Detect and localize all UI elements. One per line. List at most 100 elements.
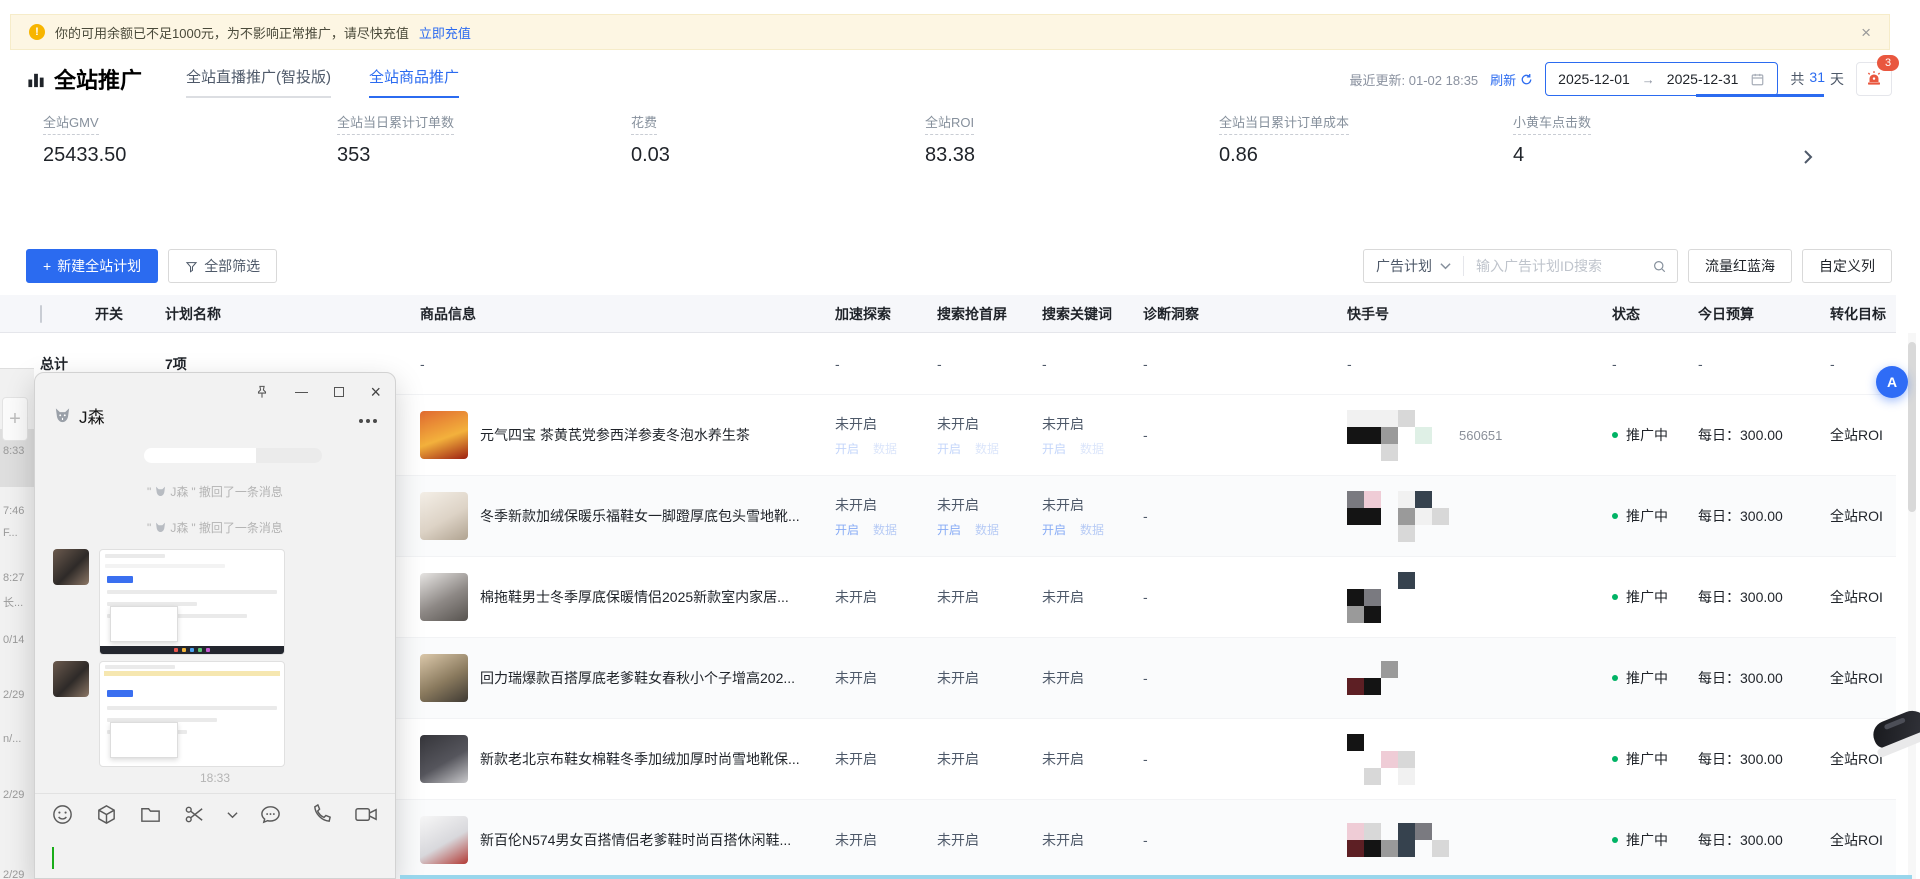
chat-history-bubble-icon[interactable] bbox=[259, 803, 282, 826]
filter-all-button[interactable]: 全部筛选 bbox=[168, 249, 277, 283]
product-thumbnail bbox=[420, 573, 468, 621]
tab-live-promotion[interactable]: 全站直播推广(智投版) bbox=[186, 66, 331, 98]
table-toolbar: + 新建全站计划 全部筛选 广告计划 bbox=[26, 248, 1892, 284]
refresh-button[interactable]: 刷新 bbox=[1490, 70, 1533, 89]
select-all-checkbox[interactable] bbox=[40, 305, 42, 323]
minimize-icon[interactable] bbox=[295, 392, 308, 393]
sender-avatar[interactable] bbox=[53, 661, 89, 697]
message-input-caret[interactable] bbox=[52, 847, 54, 869]
create-campaign-button[interactable]: + 新建全站计划 bbox=[26, 249, 158, 283]
alarm-notification-button[interactable]: 3 bbox=[1856, 62, 1892, 96]
vertical-scrollbar-thumb[interactable] bbox=[1908, 342, 1916, 512]
col-accelerate: 加速探索 bbox=[835, 304, 937, 324]
screenshot-attachment[interactable] bbox=[99, 661, 285, 767]
close-icon[interactable]: × bbox=[370, 383, 381, 401]
screenshot-attachment[interactable] bbox=[99, 549, 285, 655]
refresh-icon bbox=[1520, 73, 1533, 86]
stats-row: 全站GMV 25433.50 全站当日累计订单数 353 花费 0.03 全站R… bbox=[0, 112, 1790, 186]
file-transfer-cube-icon[interactable] bbox=[95, 803, 118, 826]
data-link[interactable]: 数据 bbox=[975, 521, 999, 538]
chat-list-item[interactable]: 0/14 bbox=[3, 634, 24, 646]
target-cell: 全站ROI bbox=[1830, 668, 1896, 688]
enable-link[interactable]: 开启 bbox=[835, 440, 859, 457]
date-end[interactable]: 2025-12-31 bbox=[1667, 71, 1739, 87]
sender-avatar[interactable] bbox=[53, 549, 89, 585]
data-link[interactable]: 数据 bbox=[873, 521, 897, 538]
recall-notice: " J森" 撤回了一条消息 bbox=[35, 483, 395, 500]
chat-message bbox=[53, 549, 285, 655]
wolf-emoji-icon bbox=[154, 521, 167, 534]
col-daily-budget: 今日预算 bbox=[1698, 304, 1830, 324]
bar-chart-icon bbox=[26, 70, 46, 89]
data-link[interactable]: 数据 bbox=[1080, 521, 1104, 538]
stat-orders: 全站当日累计订单数 353 bbox=[294, 112, 588, 186]
data-link[interactable]: 数据 bbox=[975, 440, 999, 457]
emoji-icon[interactable] bbox=[51, 803, 74, 826]
budget-cell: 每日：300.00 bbox=[1698, 587, 1830, 607]
stats-next-chevron-icon[interactable] bbox=[1800, 148, 1816, 166]
video-call-icon[interactable] bbox=[354, 803, 379, 826]
col-kuaishou-account: 快手号 bbox=[1347, 304, 1612, 324]
assistant-float-button[interactable]: A bbox=[1876, 366, 1908, 398]
chat-list-item[interactable]: 2/29 bbox=[3, 789, 24, 801]
kuaishou-account-cell: 560651 bbox=[1347, 410, 1612, 461]
enable-link[interactable]: 开启 bbox=[1042, 521, 1066, 538]
enable-link[interactable]: 开启 bbox=[937, 521, 961, 538]
recharge-link[interactable]: 立即充值 bbox=[419, 23, 471, 42]
product-title: 新百伦N574男女百搭情侣老爹鞋时尚百搭休闲鞋... bbox=[480, 830, 791, 850]
data-link[interactable]: 数据 bbox=[1080, 440, 1104, 457]
enable-link[interactable]: 开启 bbox=[937, 440, 961, 457]
traffic-red-blue-button[interactable]: 流量红蓝海 bbox=[1688, 249, 1792, 283]
chat-list-item[interactable]: 8:33 bbox=[3, 445, 24, 457]
balance-warning-banner: ! 你的可用余额已不足1000元，为不影响正常推广，请尽快充值 立即充值 × bbox=[10, 14, 1890, 50]
chat-list-item[interactable]: F... bbox=[3, 527, 18, 539]
product-title: 冬季新款加绒保暖乐福鞋女一脚蹬厚底包头雪地靴... bbox=[480, 506, 800, 526]
redacted-message-pill bbox=[144, 448, 322, 463]
campaign-search-group: 广告计划 bbox=[1363, 249, 1678, 283]
budget-cell: 每日：300.00 bbox=[1698, 506, 1830, 526]
date-start[interactable]: 2025-12-01 bbox=[1558, 71, 1630, 87]
chevron-down-icon[interactable] bbox=[227, 811, 238, 819]
target-cell: 全站ROI bbox=[1830, 587, 1896, 607]
chat-more-icon[interactable] bbox=[359, 419, 377, 423]
date-range-picker[interactable]: 2025-12-01 → 2025-12-31 bbox=[1545, 62, 1778, 96]
budget-cell: 每日：300.00 bbox=[1698, 668, 1830, 688]
chat-list-item[interactable]: 2/29 bbox=[3, 689, 24, 701]
chat-list-item[interactable]: 7:46 bbox=[3, 505, 24, 517]
status-dot bbox=[1612, 594, 1618, 600]
stat-gmv: 全站GMV 25433.50 bbox=[0, 112, 294, 186]
pin-icon[interactable] bbox=[255, 385, 269, 399]
total-days: 共31天 bbox=[1790, 69, 1844, 89]
tab-product-promotion[interactable]: 全站商品推广 bbox=[369, 66, 459, 98]
search-icon[interactable] bbox=[1652, 259, 1677, 274]
screenshot-scissors-icon[interactable] bbox=[183, 803, 206, 826]
warning-text: 你的可用余额已不足1000元，为不影响正常推广，请尽快充值 bbox=[55, 23, 409, 42]
chat-list-item[interactable]: 8:27 bbox=[3, 572, 24, 584]
account-id-fragment: 560651 bbox=[1459, 428, 1502, 443]
product-title: 回力瑞爆款百搭厚底老爹鞋女春秋小个子增高202... bbox=[480, 668, 795, 688]
maximize-icon[interactable] bbox=[334, 387, 344, 397]
folder-icon[interactable] bbox=[139, 803, 162, 826]
header-right: 最近更新: 01-02 18:35 刷新 2025-12-01 → 2025-1… bbox=[1350, 62, 1892, 96]
redacted-account-mosaic bbox=[1347, 734, 1415, 785]
banner-close-icon[interactable]: × bbox=[1861, 24, 1871, 41]
data-link[interactable]: 数据 bbox=[873, 440, 897, 457]
add-chat-button[interactable]: + bbox=[2, 397, 28, 441]
product-thumbnail bbox=[420, 816, 468, 864]
search-scope-select[interactable]: 广告计划 bbox=[1364, 256, 1463, 276]
page-header: 全站推广 全站直播推广(智投版) 全站商品推广 最近更新: 01-02 18:3… bbox=[26, 58, 1892, 100]
kuaishou-ad-dashboard: ! 你的可用余额已不足1000元，为不影响正常推广，请尽快充值 立即充值 × 全… bbox=[0, 0, 1920, 879]
chat-window: × J森 " J森" 撤回了一条消息 " J森" 撤回了一条消息 bbox=[34, 372, 396, 879]
campaign-id-search-input[interactable] bbox=[1464, 258, 1652, 274]
chat-list-item[interactable]: n/... bbox=[3, 733, 21, 745]
chat-toolbar bbox=[51, 803, 379, 826]
date-arrow: → bbox=[1642, 72, 1655, 87]
custom-columns-button[interactable]: 自定义列 bbox=[1802, 249, 1892, 283]
voice-call-icon[interactable] bbox=[310, 803, 333, 826]
divider bbox=[35, 793, 395, 794]
product-title: 新款老北京布鞋女棉鞋冬季加绒加厚时尚雪地靴保... bbox=[480, 749, 800, 769]
enable-link[interactable]: 开启 bbox=[1042, 440, 1066, 457]
enable-link[interactable]: 开启 bbox=[835, 521, 859, 538]
chat-list-item[interactable]: 2/29 bbox=[3, 869, 24, 879]
chat-list-item[interactable]: 长... bbox=[3, 594, 23, 610]
